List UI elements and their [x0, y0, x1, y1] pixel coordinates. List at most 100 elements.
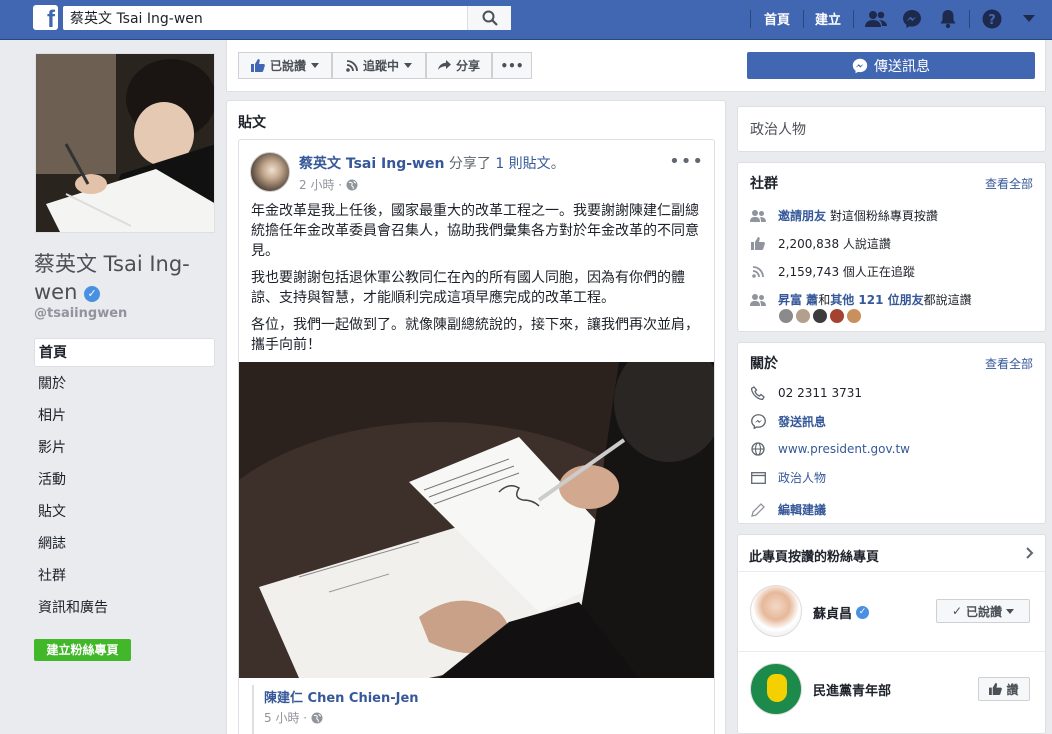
post-card: 蔡英文 Tsai Ing-wen 分享了 1 則貼文。 2 小時 · ••• 年… — [238, 139, 715, 734]
page-action-bar: 已說讚 追蹤中 分享 ••• 傳送訊息 — [226, 40, 1046, 92]
friend-avatar[interactable] — [812, 308, 828, 324]
followers-count: 2,159,743 個人正在追蹤 — [778, 265, 915, 279]
about-category-link[interactable]: 政治人物 — [778, 469, 826, 486]
website-link[interactable]: www.president.gov.tw — [778, 442, 910, 456]
about-title: 關於 — [750, 356, 778, 372]
youth-logo-icon — [767, 674, 787, 702]
liked-label: 已說讚 — [269, 59, 306, 73]
post-paragraph: 年金改革是我上任後，國家最重大的改革工程之一。我要謝謝陳建仁副總統擔任年金改革委… — [251, 203, 699, 259]
globe-icon — [750, 441, 766, 457]
rss-follow-icon — [346, 59, 358, 72]
help-icon[interactable]: ? — [980, 8, 1004, 30]
page-category[interactable]: 政治人物 — [750, 119, 806, 139]
post-options-icon[interactable]: ••• — [669, 151, 704, 172]
liked-button[interactable]: 已說讚 — [238, 52, 332, 79]
friend-avatar[interactable] — [846, 308, 862, 324]
friends-mid-text: 和 — [818, 293, 831, 307]
share-button[interactable]: 分享 — [426, 52, 492, 79]
nav-divider — [969, 10, 970, 28]
left-nav-item-events[interactable]: 活動 — [34, 466, 215, 498]
pencil-icon — [750, 502, 766, 518]
rss-follow-icon — [750, 264, 766, 280]
shared-post-link[interactable]: 1 則貼文 — [495, 156, 550, 172]
about-card: 關於 查看全部 02 2311 3731 發送訊息 www.president.… — [737, 342, 1046, 524]
category-card: 政治人物 — [737, 106, 1046, 152]
account-menu-chevron-icon[interactable] — [1017, 8, 1041, 30]
nav-create-link[interactable]: 建立 — [815, 9, 841, 28]
nav-divider — [853, 10, 854, 28]
friend-avatar[interactable] — [778, 308, 794, 324]
shared-post-attribution: 陳建仁 Chen Chien-Jen 5 小時 · — [252, 685, 419, 734]
liked-page-liked-button[interactable]: ✓ 已說讚 — [936, 599, 1030, 623]
liked-pages-card: 此專頁按讚的粉絲專頁 蘇貞昌 ✓ ✓ 已說讚 民進黨青年部 讚 — [737, 534, 1046, 734]
community-title: 社群 — [750, 176, 778, 192]
left-nav-item-videos[interactable]: 影片 — [34, 434, 215, 466]
shared-timestamp[interactable]: 5 小時 · — [264, 709, 419, 726]
thumbs-up-icon — [989, 683, 1003, 695]
send-message-button[interactable]: 傳送訊息 — [747, 52, 1035, 79]
messenger-icon[interactable] — [900, 8, 924, 30]
community-see-all-link[interactable]: 查看全部 — [985, 175, 1033, 192]
left-nav-item-photos[interactable]: 相片 — [34, 402, 215, 434]
liked-page-button-label: 已說讚 — [966, 604, 1003, 619]
left-nav-item-notes[interactable]: 網誌 — [34, 530, 215, 562]
posts-section-title: 貼文 — [238, 115, 266, 131]
friend-name-link[interactable]: 昇富 蕭 — [778, 293, 818, 307]
more-options-button[interactable]: ••• — [492, 52, 532, 79]
liked-page-avatar[interactable] — [750, 663, 802, 715]
liked-page-like-button[interactable]: 讚 — [978, 677, 1030, 701]
friend-requests-icon[interactable] — [864, 8, 888, 30]
following-label: 追蹤中 — [362, 59, 399, 73]
about-see-all-link[interactable]: 查看全部 — [985, 355, 1033, 372]
liked-pages-title: 此專頁按讚的粉絲專頁 — [749, 550, 880, 565]
left-nav-item-posts[interactable]: 貼文 — [34, 498, 215, 530]
profile-photo[interactable] — [35, 53, 215, 233]
dropdown-caret-icon — [404, 63, 412, 68]
dropdown-caret-icon — [311, 63, 319, 68]
friend-avatar[interactable] — [795, 308, 811, 324]
followers-count-row: 2,159,743 個人正在追蹤 — [750, 263, 915, 280]
nav-home-link[interactable]: 首頁 — [764, 9, 790, 28]
post-text: 年金改革是我上任後，國家最重大的改革工程之一。我要謝謝陳建仁副總統擔任年金改革委… — [251, 201, 707, 362]
liked-page-1[interactable]: 蘇貞昌 ✓ — [813, 603, 870, 622]
post-author-link[interactable]: 蔡英文 Tsai Ing-wen — [299, 156, 444, 172]
facebook-logo[interactable]: f — [33, 5, 58, 30]
invite-friends-link[interactable]: 邀請朋友 — [778, 209, 826, 223]
other-friends-link[interactable]: 其他 121 位朋友 — [830, 293, 923, 307]
left-nav-item-home[interactable]: 首頁 — [34, 338, 215, 367]
community-card: 社群 查看全部 邀請朋友 對這個粉絲專頁按讚 2,200,838 人說這讚 2,… — [737, 162, 1046, 332]
check-icon: ✓ — [951, 604, 963, 618]
edit-suggestion-row: 編輯建議 — [750, 501, 826, 518]
friend-avatar[interactable] — [829, 308, 845, 324]
post-photo[interactable] — [239, 362, 714, 678]
post-timestamp[interactable]: 2 小時 · — [299, 176, 358, 193]
left-nav-item-info-ads[interactable]: 資訊和廣告 — [34, 594, 215, 626]
thumbs-up-icon — [250, 59, 265, 72]
post-paragraph: 各位，我們一起做到了。就像陳副總統說的，接下來，讓我們再次並肩，攜手向前！ — [251, 317, 699, 353]
search-icon — [482, 10, 498, 26]
liked-page-2[interactable]: 民進黨青年部 — [813, 680, 891, 699]
likes-count: 2,200,838 人說這讚 — [778, 237, 891, 251]
shared-author-link[interactable]: 陳建仁 Chen Chien-Jen — [264, 687, 419, 706]
left-nav-item-community[interactable]: 社群 — [34, 562, 215, 594]
following-button[interactable]: 追蹤中 — [332, 52, 426, 79]
shared-time-text: 5 小時 · — [264, 711, 308, 725]
left-nav-item-about[interactable]: 關於 — [34, 370, 215, 402]
liked-page-avatar[interactable] — [750, 585, 802, 637]
invite-friends-row: 邀請朋友 對這個粉絲專頁按讚 — [750, 207, 938, 224]
page-name[interactable]: 蔡英文 Tsai Ing-wen ✓ — [34, 250, 219, 306]
messenger-icon — [852, 58, 868, 73]
people-icon — [750, 292, 766, 308]
chevron-right-icon[interactable] — [1026, 547, 1034, 563]
page-handle[interactable]: @tsaiingwen — [34, 306, 127, 321]
globe-icon — [311, 712, 323, 723]
search-button[interactable] — [467, 6, 511, 30]
send-message-link[interactable]: 發送訊息 — [778, 413, 826, 430]
dropdown-caret-icon — [1006, 608, 1015, 614]
notifications-bell-icon[interactable] — [936, 8, 960, 30]
search-input[interactable] — [63, 6, 463, 30]
post-author-avatar[interactable] — [250, 152, 290, 192]
create-page-button[interactable]: 建立粉絲專頁 — [34, 639, 131, 661]
edit-suggestion-link[interactable]: 編輯建議 — [778, 501, 826, 518]
left-navigation: 首頁 關於 相片 影片 活動 貼文 網誌 社群 資訊和廣告 — [34, 338, 215, 626]
